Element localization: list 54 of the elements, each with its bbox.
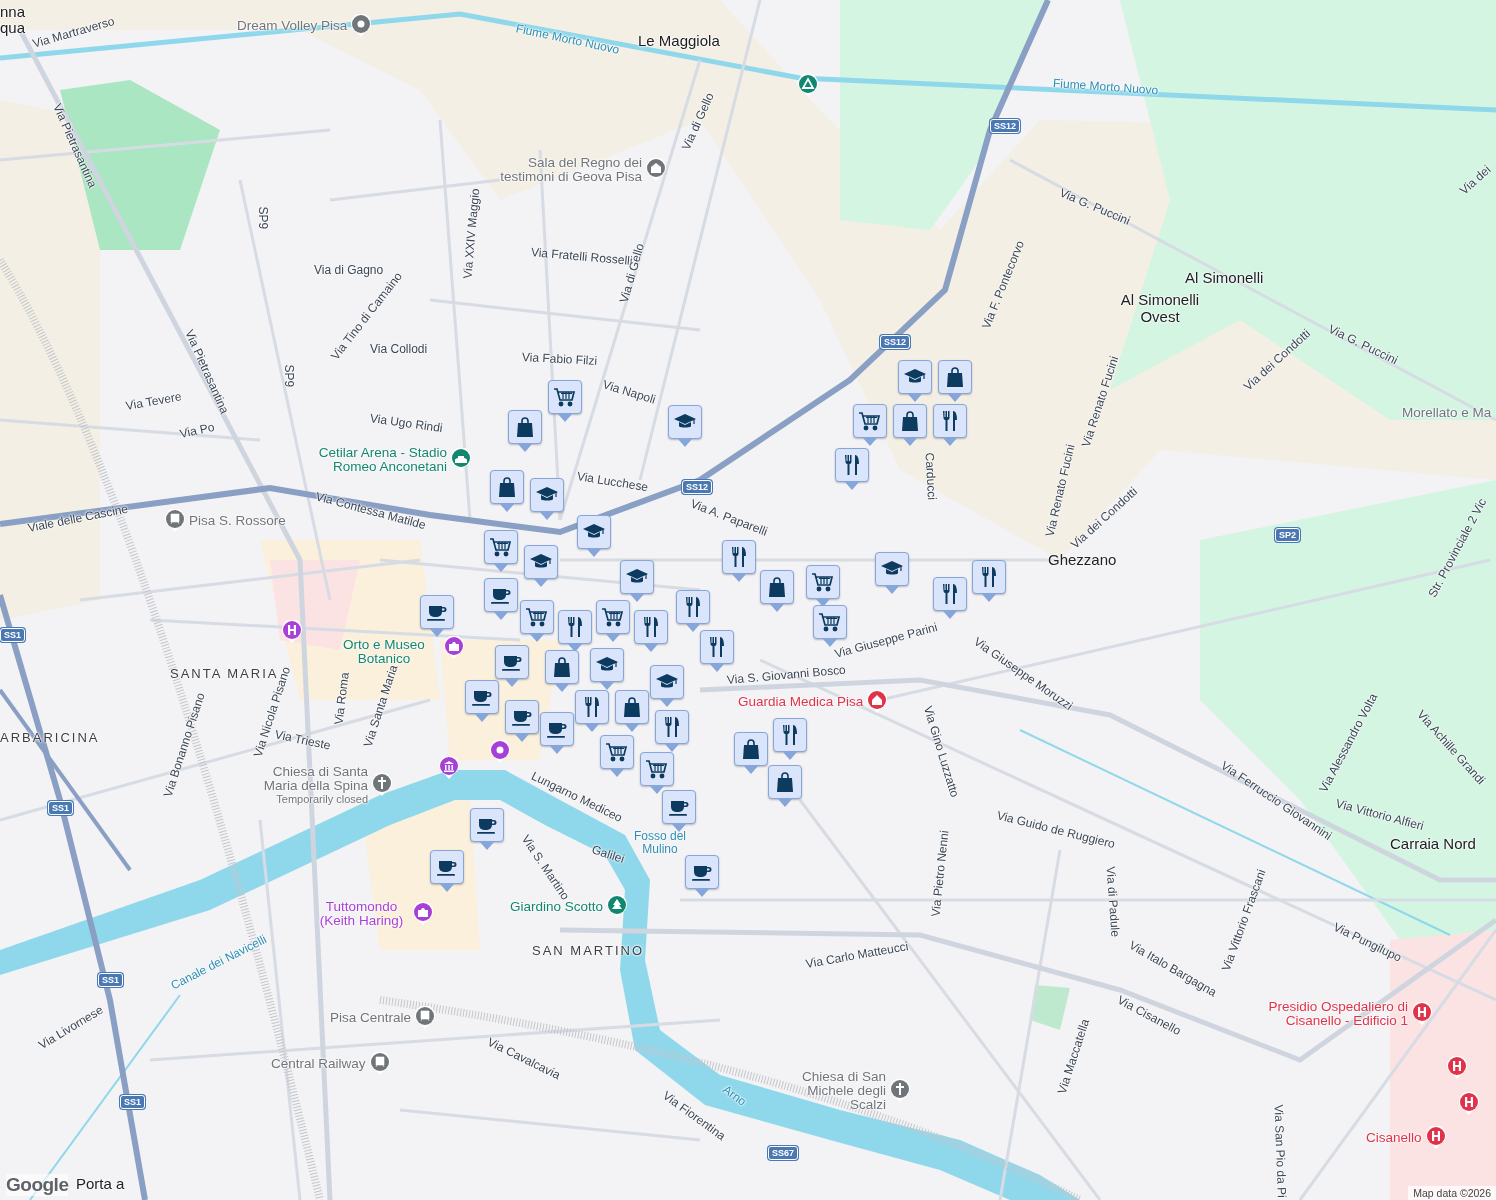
street-label: Via Santa Maria — [361, 663, 401, 749]
road-shield: SS12 — [990, 119, 1021, 133]
district-label: SAN MARTINO — [532, 944, 645, 959]
road-shield: SS67 — [768, 1146, 799, 1160]
road-shield: SS12 — [880, 335, 911, 349]
street-label: Via XXIV Maggio — [461, 187, 483, 280]
street-label: SP9 — [255, 206, 269, 230]
street-label: Via Napoli — [601, 378, 658, 407]
street-label: Via Renato Fucini — [1079, 354, 1122, 449]
street-label: Via Po — [178, 420, 216, 442]
street-label: Via Pietro Nenni — [929, 829, 952, 918]
road-shield: SS1 — [120, 1095, 145, 1109]
street-label: Via di Gello — [680, 91, 717, 153]
street-label: Carducci — [922, 452, 939, 501]
locality-label: Carraia Nord — [1390, 836, 1476, 853]
water-label: Arno — [720, 1083, 749, 1109]
street-label: Via Trieste — [273, 728, 332, 753]
water-label: Fosso del Mulino — [633, 830, 687, 857]
street-label: Via Vittorio Alfieri — [1334, 797, 1425, 834]
street-label: Via Gino Luzzatto — [920, 704, 961, 799]
street-label: Via Tevere — [124, 390, 183, 414]
locality-label: Al Simonelli Ovest — [1119, 292, 1201, 325]
street-label: Viale delle Cascine — [26, 502, 130, 536]
water-label: Fiume Morto Nuovo — [1052, 77, 1159, 98]
street-label: Via Collodi — [370, 343, 428, 357]
street-label: Via Guido de Ruggiero — [995, 809, 1117, 852]
road-shield: SS1 — [48, 801, 73, 815]
street-label: Via Ugo Rindi — [369, 412, 444, 436]
locality-label: qua — [0, 20, 26, 37]
map-logo: Google — [6, 1174, 69, 1196]
street-label: Via dei — [1457, 163, 1494, 198]
locality-label: Ghezzano — [1048, 552, 1117, 569]
place-status: Temporarily closed — [275, 793, 368, 806]
street-label: Via Carlo Matteucci — [804, 940, 910, 972]
street-label: Galilei — [589, 843, 626, 867]
map-attribution: Map data ©2026 — [1408, 1186, 1496, 1200]
street-label: Via San Pio da Pi — [1271, 1104, 1288, 1198]
street-label: SP9 — [281, 364, 295, 388]
road-shield: SS12 — [682, 480, 713, 494]
locality-label: Porta a — [76, 1176, 125, 1193]
road-shield: SS1 — [0, 628, 25, 642]
street-label: Via S. Giovanni Bosco — [726, 663, 847, 688]
locality-label: Al Simonelli — [1185, 270, 1264, 287]
locality-label: nna — [0, 4, 26, 21]
locality-label: Le Maggiola — [638, 33, 720, 50]
road-shield: SP2 — [1275, 528, 1300, 542]
street-label: Via di Padule — [1103, 866, 1122, 938]
street-label: Via Contessa Matilde — [314, 490, 428, 533]
street-label: Via Giuseppe Parini — [833, 620, 939, 661]
street-label: Via Lucchese — [575, 470, 649, 495]
street-label: Via Fabio Filzi — [521, 351, 598, 369]
road-shield: SS1 — [98, 973, 123, 987]
water-label: Fiume Morto Nuovo — [514, 22, 621, 57]
street-label: Via Roma — [332, 671, 352, 726]
